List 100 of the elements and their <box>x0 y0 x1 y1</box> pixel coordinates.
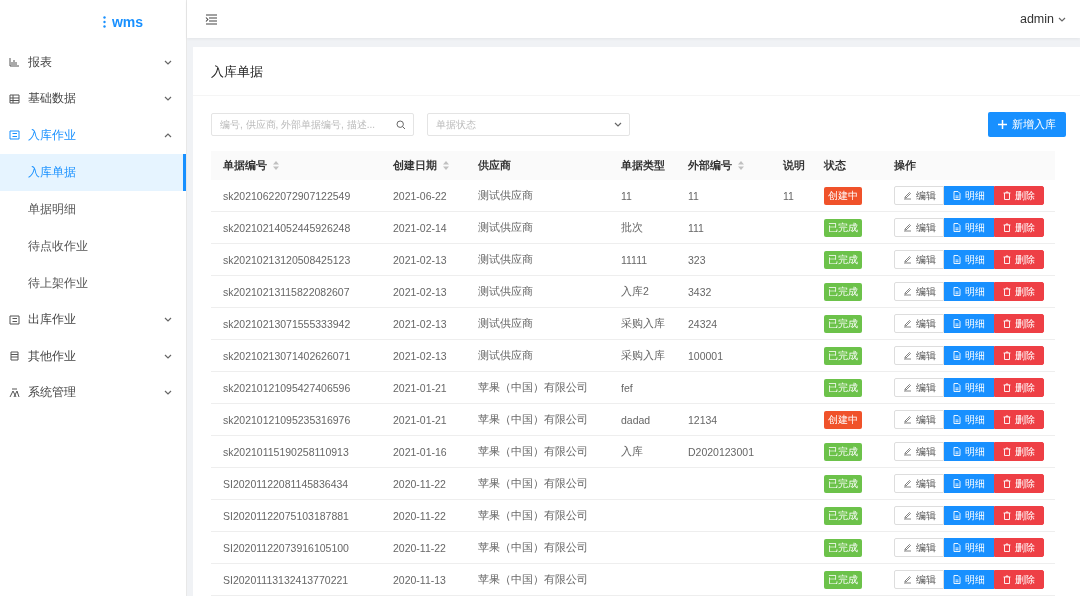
edit-button[interactable]: 编辑 <box>894 282 944 301</box>
table-cell: 2021-02-13 <box>393 349 447 362</box>
sort-icon[interactable] <box>738 161 744 170</box>
submenu-item[interactable]: 单据明细 <box>0 190 186 228</box>
detail-button[interactable]: 明细 <box>944 538 994 557</box>
sort-icon[interactable] <box>443 161 449 170</box>
status-tag: 已完成 <box>824 250 862 269</box>
chevron-down-icon <box>614 122 622 127</box>
edit-button[interactable]: 编辑 <box>894 186 944 205</box>
edit-button[interactable]: 编辑 <box>894 506 944 525</box>
edit-button[interactable]: 编辑 <box>894 250 944 269</box>
table-cell: 测试供应商 <box>478 316 533 329</box>
table-cell: 323 <box>688 253 706 266</box>
delete-button[interactable]: 删除 <box>994 282 1044 301</box>
table-cell: SI20201122075103187881 <box>223 509 349 522</box>
menu-item[interactable]: 基础数据 <box>0 80 186 117</box>
delete-button[interactable]: 删除 <box>994 346 1044 365</box>
detail-button[interactable]: 明细 <box>944 314 994 333</box>
menu-item[interactable]: 系统管理 <box>0 374 186 411</box>
document-icon <box>953 255 961 264</box>
table-cell: 采购入库 <box>621 348 665 361</box>
edit-button[interactable]: 编辑 <box>894 442 944 461</box>
table-cell: sk20210622072907122549 <box>223 189 351 202</box>
delete-button[interactable]: 删除 <box>994 506 1044 525</box>
table-cell: 苹果（中国）有限公司 <box>478 444 588 457</box>
document-icon <box>953 575 961 584</box>
delete-button[interactable]: 删除 <box>994 538 1044 557</box>
document-icon <box>953 383 961 392</box>
edit-button[interactable]: 编辑 <box>894 314 944 333</box>
detail-button[interactable]: 明细 <box>944 378 994 397</box>
table-cell: 2021-01-21 <box>393 381 447 394</box>
table-cell: 11111 <box>621 253 648 266</box>
edit-button[interactable]: 编辑 <box>894 346 944 365</box>
edit-button[interactable]: 编辑 <box>894 474 944 493</box>
menu-item[interactable]: 报表 <box>0 44 186 81</box>
edit-button[interactable]: 编辑 <box>894 218 944 237</box>
table-cell: 采购入库 <box>621 316 665 329</box>
column-header[interactable]: 单据编号 <box>223 158 279 173</box>
table-cell: 100001 <box>688 349 724 362</box>
pencil-icon <box>902 287 912 296</box>
edit-button[interactable]: 编辑 <box>894 410 944 429</box>
table-cell: 2021-01-21 <box>393 413 447 426</box>
pencil-icon <box>902 479 912 488</box>
edit-button[interactable]: 编辑 <box>894 570 944 589</box>
menu-item[interactable]: 入库作业 <box>0 117 186 154</box>
delete-button[interactable]: 删除 <box>994 314 1044 333</box>
detail-button[interactable]: 明细 <box>944 186 994 205</box>
menu-icon[interactable] <box>205 13 218 25</box>
submenu-item[interactable]: 待点收作业 <box>0 227 186 265</box>
table-cell: SI20201113132413770221 <box>223 573 349 586</box>
table-cell: 11 <box>688 189 699 202</box>
document-icon <box>953 351 961 360</box>
detail-button[interactable]: 明细 <box>944 442 994 461</box>
delete-button[interactable]: 删除 <box>994 474 1044 493</box>
detail-button[interactable]: 明细 <box>944 346 994 365</box>
table-cell: 入库2 <box>621 284 649 297</box>
people-icon <box>9 387 20 398</box>
sort-icon[interactable] <box>273 161 279 170</box>
delete-button[interactable]: 删除 <box>994 410 1044 429</box>
column-header: 说明 <box>783 158 805 173</box>
menu-item[interactable]: 出库作业 <box>0 301 186 338</box>
table-cell: dadad <box>621 413 651 426</box>
edit-button[interactable]: 编辑 <box>894 378 944 397</box>
delete-button[interactable]: 删除 <box>994 378 1044 397</box>
delete-button[interactable]: 删除 <box>994 442 1044 461</box>
chevron-down-icon <box>164 59 172 65</box>
delete-button[interactable]: 删除 <box>994 250 1044 269</box>
detail-button[interactable]: 明细 <box>944 250 994 269</box>
pencil-icon <box>902 543 912 552</box>
pencil-icon <box>902 351 912 360</box>
menu-item[interactable]: 其他作业 <box>0 338 186 375</box>
detail-button[interactable]: 明细 <box>944 570 994 589</box>
edit-button[interactable]: 编辑 <box>894 538 944 557</box>
submenu-item[interactable]: 待上架作业 <box>0 264 186 302</box>
detail-button[interactable]: 明细 <box>944 410 994 429</box>
detail-button[interactable]: 明细 <box>944 474 994 493</box>
detail-button[interactable]: 明细 <box>944 282 994 301</box>
document-icon <box>953 511 961 520</box>
list-icon <box>9 314 20 325</box>
user-menu[interactable]: admin <box>1019 12 1066 26</box>
page-title: 入库单据 <box>193 47 1080 96</box>
logo-text: wms <box>111 14 144 30</box>
trash-icon <box>1003 287 1011 296</box>
submenu-item[interactable]: 入库单据 <box>0 153 186 191</box>
table-cell: sk20210121095427406596 <box>223 381 351 394</box>
table-cell: 批次 <box>621 220 643 233</box>
table-cell: 3432 <box>688 285 712 298</box>
delete-button[interactable]: 删除 <box>994 218 1044 237</box>
trash-icon <box>1003 351 1011 360</box>
detail-button[interactable]: 明细 <box>944 506 994 525</box>
detail-button[interactable]: 明细 <box>944 218 994 237</box>
pencil-icon <box>902 319 912 328</box>
chevron-down-icon <box>164 390 172 396</box>
delete-button[interactable]: 删除 <box>994 186 1044 205</box>
trash-icon <box>1003 223 1011 232</box>
document-icon <box>953 287 961 296</box>
add-button[interactable]: 新增入库 <box>988 112 1066 137</box>
chevron-down-icon <box>1058 16 1066 22</box>
trash-icon <box>1003 255 1011 264</box>
delete-button[interactable]: 删除 <box>994 570 1044 589</box>
